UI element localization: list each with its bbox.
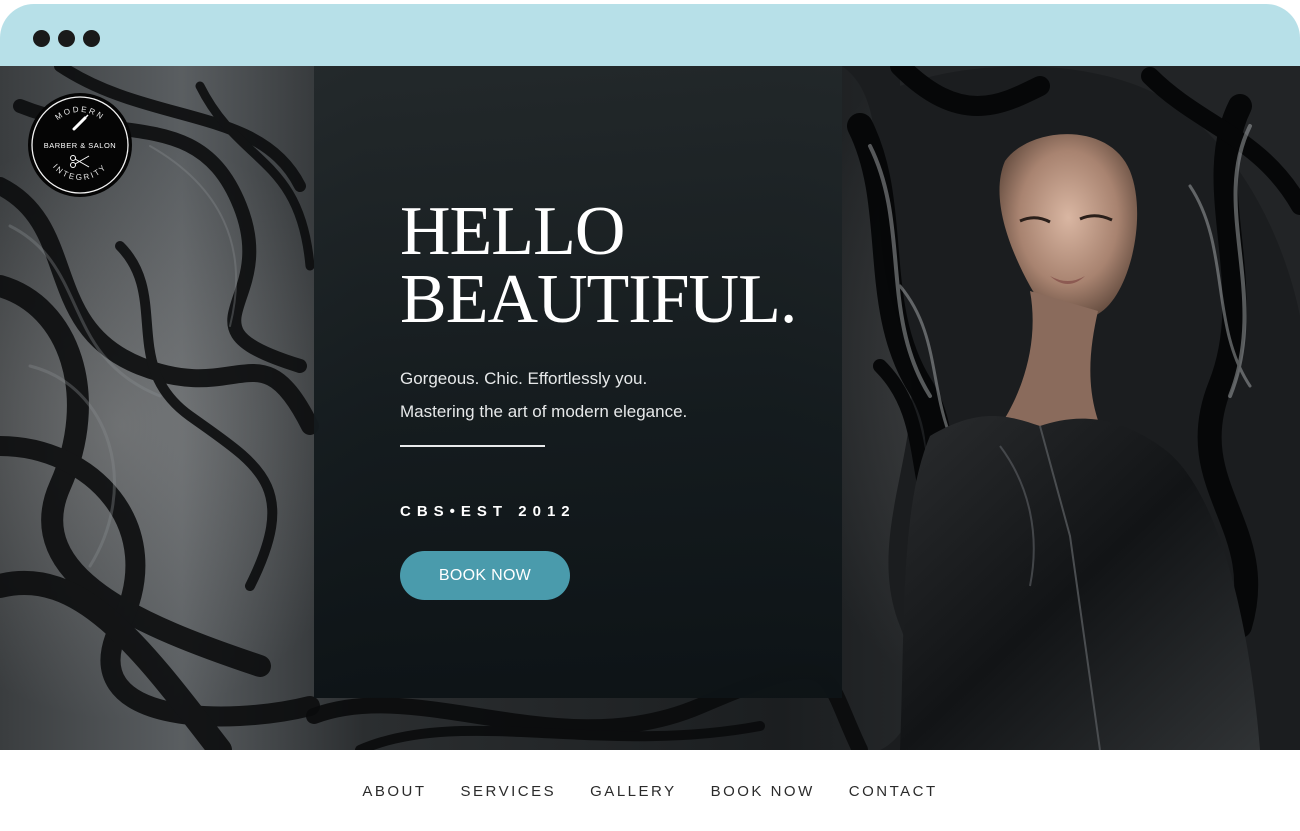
book-now-button[interactable]: BOOK NOW xyxy=(400,551,570,600)
window-controls xyxy=(33,30,100,47)
window-control-dot[interactable] xyxy=(83,30,100,47)
established-text: CBS•EST 2012 xyxy=(400,503,576,520)
browser-title-bar xyxy=(0,4,1300,66)
hero-tagline: Gorgeous. Chic. Effortlessly you. Master… xyxy=(400,362,687,428)
main-navigation: ABOUT SERVICES GALLERY BOOK NOW CONTACT xyxy=(0,750,1300,831)
nav-item-services[interactable]: SERVICES xyxy=(461,783,557,800)
headline-line-2: BEAUTIFUL. xyxy=(400,261,797,338)
hero-headline: HELLO BEAUTIFUL. xyxy=(400,193,797,338)
tagline-line-1: Gorgeous. Chic. Effortlessly you. xyxy=(400,369,648,388)
nav-item-about[interactable]: ABOUT xyxy=(362,783,426,800)
nav-item-book-now[interactable]: BOOK NOW xyxy=(711,783,815,800)
brand-logo[interactable]: MODERN INTEGRITY BARBER & SALON xyxy=(27,92,133,198)
window-control-dot[interactable] xyxy=(58,30,75,47)
hero-content-panel: HELLO BEAUTIFUL. Gorgeous. Chic. Effortl… xyxy=(314,66,842,698)
logo-badge-icon: MODERN INTEGRITY BARBER & SALON xyxy=(28,93,132,197)
divider-line xyxy=(400,445,545,447)
nav-item-gallery[interactable]: GALLERY xyxy=(590,783,676,800)
headline-line-1: HELLO xyxy=(400,193,625,270)
tagline-line-2: Mastering the art of modern elegance. xyxy=(400,402,688,421)
browser-window: MODERN INTEGRITY BARBER & SALON HELLO BE… xyxy=(0,0,1300,831)
logo-middle-text: BARBER & SALON xyxy=(44,141,116,150)
nav-item-contact[interactable]: CONTACT xyxy=(849,783,938,800)
window-control-dot[interactable] xyxy=(33,30,50,47)
